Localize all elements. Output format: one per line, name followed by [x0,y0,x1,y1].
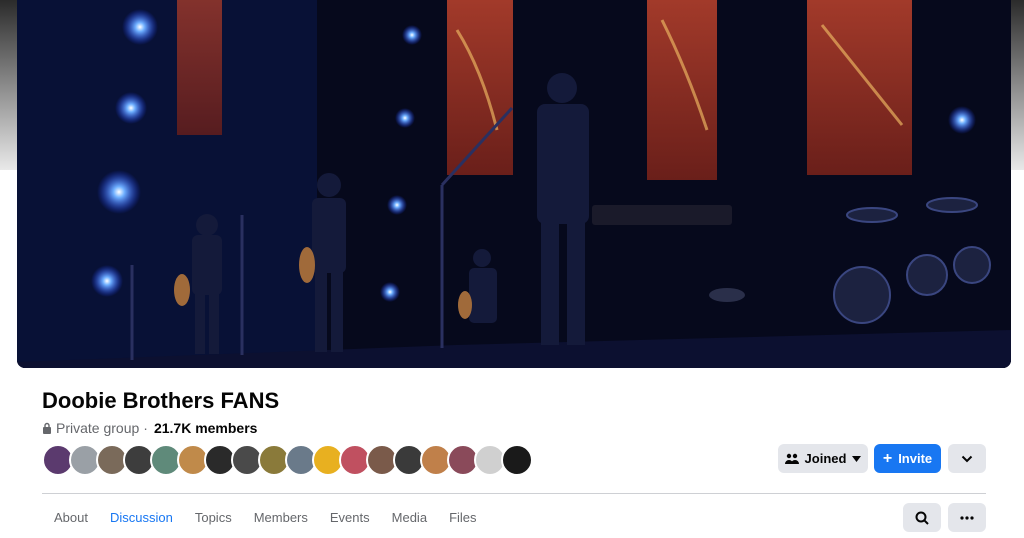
invite-button[interactable]: + Invite [874,444,941,473]
plus-icon: + [882,449,893,467]
joined-label: Joined [804,451,847,466]
tab-about[interactable]: About [42,504,99,534]
joined-button[interactable]: Joined [778,444,868,473]
group-tabs: About Discussion Topics Members Events M… [42,504,488,534]
caret-down-icon [852,455,862,462]
tab-files[interactable]: Files [438,504,487,534]
meta-separator: · [143,420,148,436]
tab-events[interactable]: Events [319,504,381,534]
more-icon [960,515,974,520]
group-meta: Private group · 21.7K members [42,420,257,436]
expand-button[interactable] [948,444,986,473]
lock-icon [43,422,51,434]
more-options-button[interactable] [948,503,986,532]
members-icon [784,453,799,464]
chevron-down-icon [961,455,973,462]
group-name[interactable]: Doobie Brothers FANS [42,388,279,414]
tab-discussion[interactable]: Discussion [99,504,184,534]
search-button[interactable] [903,503,941,532]
tab-members[interactable]: Members [243,504,319,534]
invite-label: Invite [898,451,933,466]
tab-topics[interactable]: Topics [184,504,243,534]
search-icon [915,511,929,525]
member-count[interactable]: 21.7K members [154,420,258,436]
cover-photo[interactable] [17,0,1011,368]
member-avatar[interactable] [501,444,533,476]
tab-media[interactable]: Media [381,504,438,534]
divider [42,493,986,494]
privacy-label: Private group [56,420,140,436]
member-avatars [42,444,533,476]
